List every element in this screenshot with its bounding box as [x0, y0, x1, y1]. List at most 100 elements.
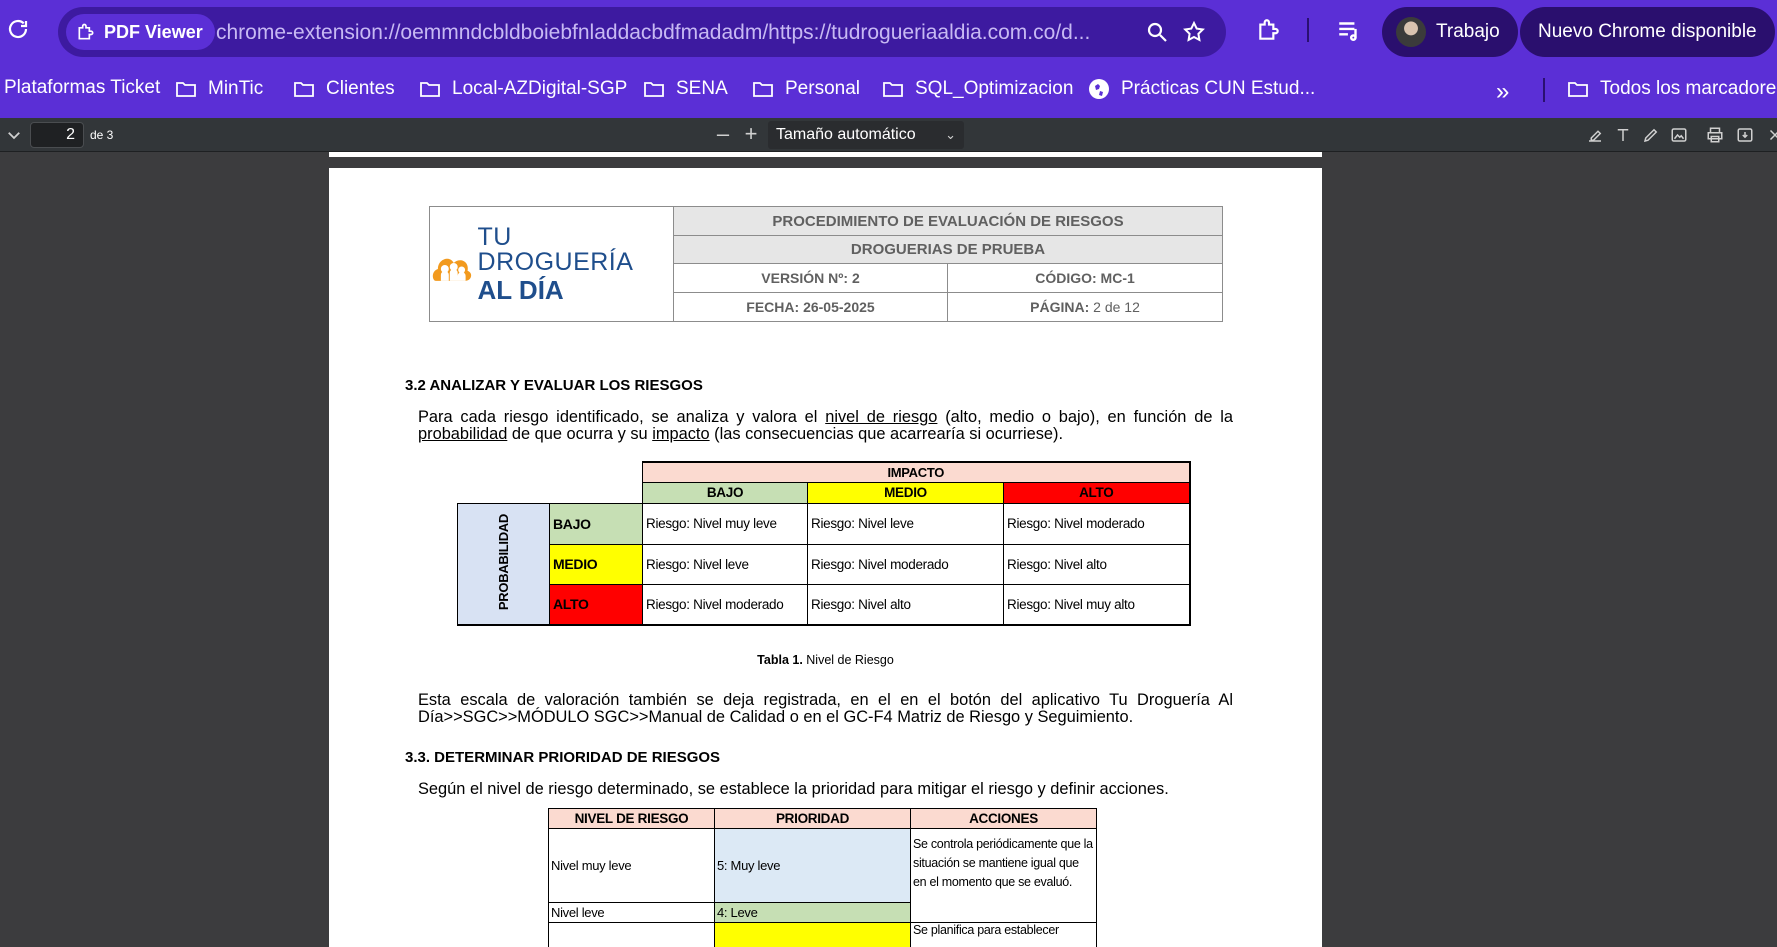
- bookmark-folder[interactable]: MinTic: [174, 77, 263, 101]
- risk-cell: Riesgo: Nivel moderado: [1002, 502, 1191, 545]
- section-heading: 3.2 ANALIZAR Y EVALUAR LOS RIESGOS: [405, 377, 703, 394]
- folder-icon: [294, 82, 314, 97]
- extension-icon: [78, 23, 94, 40]
- folder-icon: [1568, 82, 1588, 97]
- caption-text: Nivel de Riesgo: [802, 653, 894, 667]
- pdf-toolbar: 2 de 3 – + Tamaño automático ⌄: [0, 118, 1777, 152]
- document-title: PROCEDIMIENTO DE EVALUACIÓN DE RIESGOS: [673, 206, 1223, 236]
- download-icon[interactable]: [1736, 126, 1754, 144]
- all-bookmarks-label: Todos los marcadores: [1600, 78, 1777, 99]
- page-cell-label: PÁGINA:: [1030, 299, 1090, 315]
- zoom-select[interactable]: Tamaño automático ⌄: [768, 121, 964, 149]
- search-icon[interactable]: [1145, 20, 1169, 44]
- priority-value-cell: 3: Moderada: [714, 922, 911, 947]
- media-queue-icon[interactable]: [1336, 17, 1362, 43]
- page-cell-value: 2 de 12: [1089, 299, 1140, 315]
- zoom-in-button[interactable]: +: [739, 121, 763, 147]
- impact-col-medio: MEDIO: [807, 481, 1004, 504]
- star-icon[interactable]: [1182, 20, 1206, 44]
- bookmark-folder[interactable]: Clientes: [292, 77, 395, 101]
- prob-row-alto: ALTO: [549, 583, 643, 626]
- pdf-page: TU DROGUERÍA AL DÍA PROCEDIMIENTO DE EVA…: [329, 168, 1322, 947]
- url-text[interactable]: chrome-extension://oemmndcbldboiebfnladd…: [216, 21, 1116, 45]
- text-icon[interactable]: [1614, 126, 1632, 144]
- prob-row-medio: MEDIO: [549, 543, 643, 585]
- image-icon[interactable]: [1670, 126, 1688, 144]
- empty-cell: [549, 482, 643, 504]
- bookmark-label: Plataformas Ticket: [4, 77, 161, 98]
- pdf-viewer-chip-label: PDF Viewer: [104, 21, 203, 42]
- section-paragraph: Esta escala de valoración también se dej…: [418, 691, 1233, 726]
- highlight-icon[interactable]: [1586, 126, 1604, 144]
- company-logo: TU DROGUERÍA AL DÍA: [429, 206, 674, 322]
- all-bookmarks-folder[interactable]: Todos los marcadores: [1566, 77, 1777, 101]
- caption-label: Tabla 1.: [757, 653, 803, 667]
- bookmark-folder[interactable]: SENA: [642, 77, 728, 101]
- logo-line-2: AL DÍA: [477, 275, 564, 305]
- bookmark-item[interactable]: Prácticas CUN Estud...: [1087, 77, 1315, 101]
- bookmark-folder[interactable]: SQL_Optimizacion: [881, 77, 1073, 101]
- text-run: (alto, medio o bajo), en función de la: [937, 408, 1233, 426]
- empty-cell: [458, 482, 550, 503]
- risk-cell: Riesgo: Nivel leve: [642, 543, 808, 585]
- folder-icon: [176, 82, 196, 97]
- draw-icon[interactable]: [1642, 126, 1660, 144]
- table-caption: Tabla 1. Nivel de Riesgo: [329, 653, 1322, 667]
- document-header-table: TU DROGUERÍA AL DÍA PROCEDIMIENTO DE EVA…: [429, 206, 1223, 322]
- pdf-viewer-area[interactable]: TU DROGUERÍA AL DÍA PROCEDIMIENTO DE EVA…: [0, 152, 1777, 947]
- more-bookmarks-icon[interactable]: »: [1496, 78, 1509, 106]
- text-run: (las consecuencias que acarrearía si ocu…: [709, 425, 1064, 443]
- bookmark-folder[interactable]: Local-AZDigital-SGP: [418, 77, 627, 101]
- version-cell: VERSIÓN Nº: 2: [673, 263, 948, 293]
- previous-page-edge: [329, 152, 1322, 157]
- toolbar-separator: [1307, 18, 1309, 42]
- address-bar[interactable]: PDF Viewer chrome-extension://oemmndcbld…: [58, 7, 1226, 57]
- close-icon[interactable]: [1766, 126, 1777, 144]
- prob-row-bajo: BAJO: [549, 502, 643, 545]
- bookmark-label: Prácticas CUN Estud...: [1121, 78, 1316, 99]
- priority-value-cell: 5: Muy leve: [714, 828, 911, 903]
- page-count: de 3: [90, 128, 114, 142]
- folder-icon: [644, 82, 664, 97]
- probability-label: PROBABILIDAD: [496, 514, 511, 611]
- priority-level-cell: Nivel muy leve: [548, 828, 715, 903]
- bookmarks-separator: [1543, 78, 1545, 102]
- document-subtitle: DROGUERIAS DE PRUEBA: [673, 235, 1223, 264]
- page-number-input[interactable]: 2: [30, 122, 84, 148]
- risk-cell: Riesgo: Nivel moderado: [807, 543, 1004, 585]
- profile-name: Trabajo: [1436, 21, 1500, 42]
- zoom-out-button[interactable]: –: [711, 121, 735, 147]
- bookmark-label: Personal: [785, 78, 860, 99]
- pdf-viewer-chip[interactable]: PDF Viewer: [66, 14, 215, 50]
- probability-header: PROBABILIDAD: [457, 502, 550, 626]
- bookmark-folder[interactable]: Personal: [751, 77, 860, 101]
- bookmark-item[interactable]: Plataformas Ticket: [4, 77, 160, 99]
- chevron-down-icon: ⌄: [945, 127, 956, 142]
- impact-col-alto: ALTO: [1002, 481, 1191, 504]
- risk-cell: Riesgo: Nivel leve: [807, 502, 1004, 545]
- priority-value-cell: 4: Leve: [714, 902, 911, 923]
- risk-cell: Riesgo: Nivel moderado: [642, 583, 808, 626]
- extensions-icon[interactable]: [1256, 17, 1282, 43]
- bookmark-label: SENA: [676, 78, 728, 99]
- underlined-term: impacto: [652, 425, 710, 443]
- priority-table: NIVEL DE RIESGO PRIORIDAD ACCIONES Nivel…: [548, 808, 1097, 947]
- risk-cell: Riesgo: Nivel alto: [1002, 543, 1191, 585]
- impact-header: IMPACTO: [641, 461, 1191, 483]
- profile-button[interactable]: Trabajo: [1382, 7, 1518, 57]
- underlined-term: nivel de riesgo: [825, 408, 938, 426]
- print-icon[interactable]: [1706, 126, 1724, 144]
- date-cell: FECHA: 26-05-2025: [673, 292, 948, 322]
- folder-icon: [753, 82, 773, 97]
- chevron-down-icon[interactable]: [5, 126, 23, 144]
- priority-action-cell: Se controla periódicamente que la situac…: [910, 828, 1097, 923]
- folder-icon: [420, 82, 440, 97]
- reload-icon[interactable]: [6, 17, 30, 41]
- underlined-term: probabilidad: [418, 425, 508, 443]
- chrome-update-button[interactable]: Nuevo Chrome disponible: [1520, 7, 1775, 57]
- risk-cell: Riesgo: Nivel muy alto: [1002, 583, 1191, 626]
- priority-level-cell: Nivel moderado: [548, 922, 715, 947]
- bookmark-label: Local-AZDigital-SGP: [452, 78, 628, 99]
- logo-line-1: TU DROGUERÍA: [477, 223, 634, 276]
- zoom-select-value: Tamaño automático: [776, 126, 916, 143]
